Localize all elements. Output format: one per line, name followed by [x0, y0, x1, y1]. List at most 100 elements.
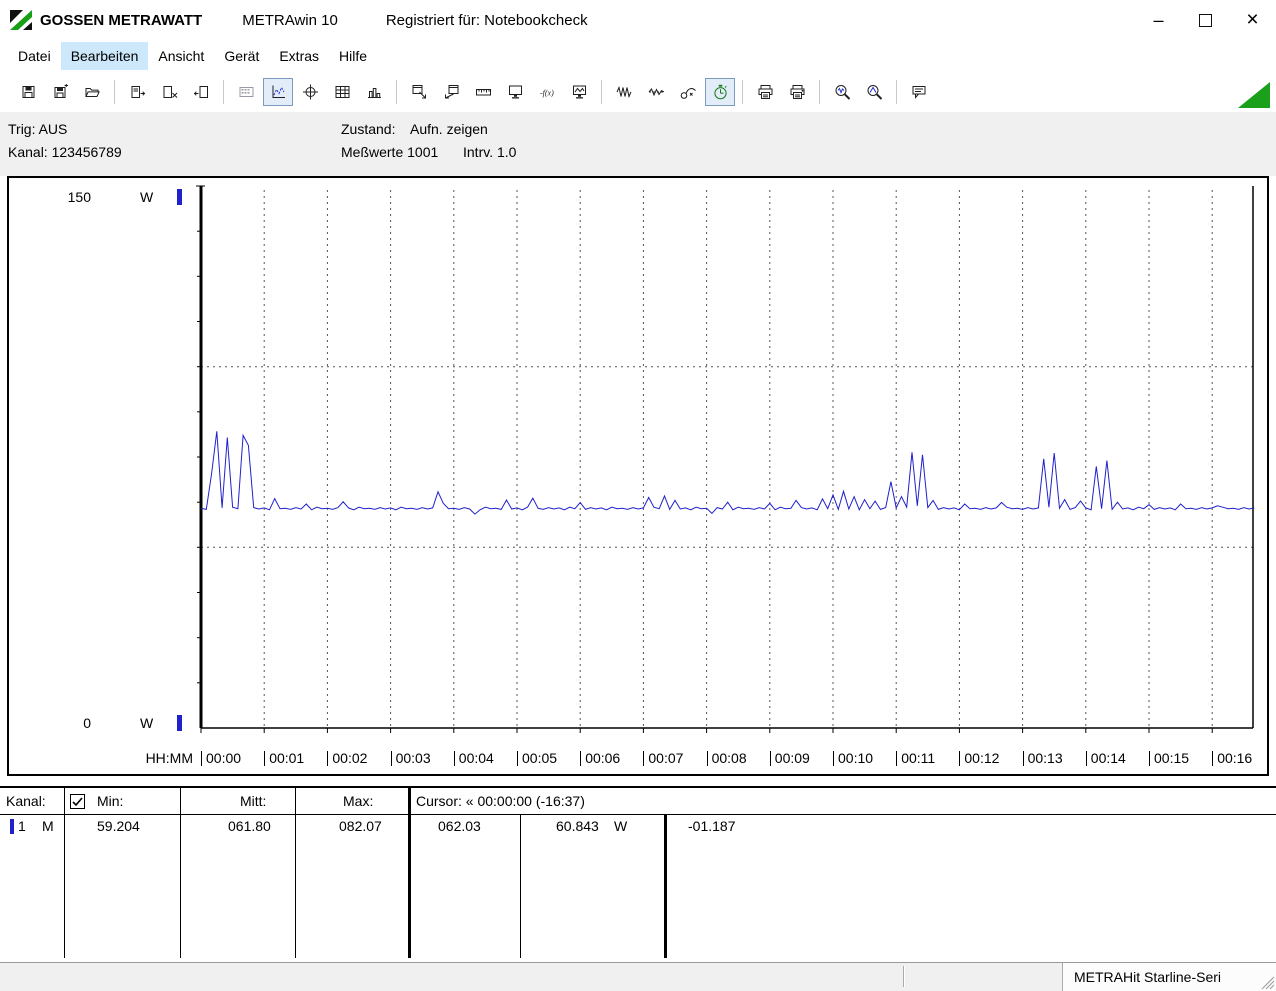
x-tick-label: 00:13: [1023, 750, 1063, 766]
x-tick-label: 00:10: [833, 750, 873, 766]
minimize-button[interactable]: –: [1135, 0, 1182, 40]
channel-marker-top: [177, 189, 182, 205]
y-axis-unit-bottom: W: [140, 715, 153, 731]
resize-grip[interactable]: [1260, 975, 1275, 990]
state-value: Aufn. zeigen: [410, 121, 488, 137]
y-axis-unit-top: W: [140, 189, 153, 205]
x-tick-label: 00:14: [1086, 750, 1126, 766]
menu-extras[interactable]: Extras: [269, 42, 329, 70]
state-label: Zustand:: [341, 121, 395, 137]
histogram-view-icon[interactable]: [359, 78, 389, 106]
app-title: METRAwin 10: [242, 12, 338, 29]
cell-delta: -01.187: [688, 818, 735, 834]
table-header-divider: [0, 814, 1276, 815]
monitor-view-icon[interactable]: [500, 78, 530, 106]
table-divider: [520, 815, 521, 958]
app-logo-icon: [10, 10, 32, 30]
cell-unit: W: [614, 818, 627, 834]
menu-bearbeiten[interactable]: Bearbeiten: [61, 42, 149, 70]
title-bar: GOSSEN METRAWATT METRAwin 10 Registriert…: [0, 0, 1276, 40]
device-read-icon[interactable]: [122, 78, 152, 106]
toolbar-separator: [819, 80, 820, 104]
status-info-panel: Trig: AUS Kanal: 123456789 Zustand: Aufn…: [0, 112, 1276, 176]
registration-text: Registriert für: Notebookcheck: [386, 12, 588, 29]
chart-panel: 150 W 0 W HH:MM 00:0000:0100:0200:0300:0…: [7, 176, 1269, 776]
save-icon[interactable]: [13, 78, 43, 106]
maximize-icon: [1199, 14, 1212, 27]
toolbar-separator: [896, 80, 897, 104]
status-bar: METRAHit Starline-Seri: [0, 962, 1276, 991]
cell-cursor1: 062.03: [438, 818, 481, 834]
cell-channel: 1: [18, 818, 26, 834]
table-view-icon[interactable]: [327, 78, 357, 106]
svg-text:-f(x): -f(x): [540, 88, 554, 97]
print-icon[interactable]: [750, 78, 780, 106]
toolbar-separator: [223, 80, 224, 104]
x-tick-label: 00:11: [896, 750, 935, 766]
sample-count: Meßwerte 1001: [341, 144, 438, 160]
window-controls: – ×: [1135, 0, 1276, 40]
x-tick-label: 00:01: [264, 750, 304, 766]
formula-fx-icon[interactable]: -f(x): [532, 78, 562, 106]
keypad-icon[interactable]: [231, 78, 261, 106]
menu-ansicht[interactable]: Ansicht: [148, 42, 214, 70]
device-write-icon[interactable]: [186, 78, 216, 106]
monitor-values-icon[interactable]: [564, 78, 594, 106]
check-icon: [72, 796, 83, 807]
zoom-peak-icon[interactable]: [859, 78, 889, 106]
x-tick-label: 00:04: [454, 750, 494, 766]
zoom-wave-icon[interactable]: [827, 78, 857, 106]
close-button[interactable]: ×: [1229, 0, 1276, 40]
x-tick-label: 00:02: [327, 750, 367, 766]
menu-hilfe[interactable]: Hilfe: [329, 42, 377, 70]
device-clear-icon[interactable]: [154, 78, 184, 106]
print-report-icon[interactable]: [782, 78, 812, 106]
interval-timer-icon[interactable]: [705, 78, 735, 106]
maximize-button[interactable]: [1182, 0, 1229, 40]
save-as-icon[interactable]: [45, 78, 75, 106]
x-tick-label: 00:09: [770, 750, 810, 766]
chart-plot-area[interactable]: [195, 184, 1261, 740]
col-header-min: Min:: [97, 793, 123, 809]
menu-geraet[interactable]: Gerät: [214, 42, 269, 70]
x-tick-label: 00:06: [580, 750, 620, 766]
channel-visible-checkbox[interactable]: [70, 794, 85, 809]
open-file-icon[interactable]: [77, 78, 107, 106]
menu-bar: DateiBearbeitenAnsichtGerätExtrasHilfe: [0, 40, 1276, 71]
x-tick-label: 00:16: [1212, 750, 1252, 766]
measurement-table: Kanal: Min: Mitt: Max: Cursor: « 00:00:0…: [0, 786, 1276, 958]
wave-filter-icon[interactable]: [641, 78, 671, 106]
cell-min: 59.204: [97, 818, 140, 834]
cell-cursor2: 60.843: [556, 818, 599, 834]
trigger-status: Trig: AUS: [8, 121, 67, 137]
interval-value: Intrv. 1.0: [463, 144, 516, 160]
annotation-icon[interactable]: [904, 78, 934, 106]
window-import-icon[interactable]: [436, 78, 466, 106]
line-chart-view-icon[interactable]: [263, 78, 293, 106]
x-axis-labels: 00:0000:0100:0200:0300:0400:0500:0600:07…: [9, 748, 1263, 772]
toolbar: -f(x): [0, 71, 1276, 112]
scale-settings-icon[interactable]: [468, 78, 498, 106]
xy-view-icon[interactable]: [295, 78, 325, 106]
col-header-kanal: Kanal:: [6, 793, 46, 809]
x-tick-label: 00:05: [517, 750, 557, 766]
col-header-max: Max:: [343, 793, 373, 809]
menu-datei[interactable]: Datei: [8, 42, 61, 70]
toolbar-separator: [601, 80, 602, 104]
probe-wave-icon[interactable]: [673, 78, 703, 106]
cell-mode: M: [42, 818, 54, 834]
y-axis-min-label: 0: [57, 715, 91, 731]
cell-max: 082.07: [339, 818, 382, 834]
channel-color-bar: [10, 819, 14, 834]
channel-list: Kanal: 123456789: [8, 144, 122, 160]
wave-view-icon[interactable]: [609, 78, 639, 106]
brand-name: GOSSEN METRAWATT: [40, 12, 202, 29]
statusbar-divider: [903, 966, 905, 987]
x-tick-label: 00:07: [643, 750, 683, 766]
x-tick-label: 00:00: [201, 750, 241, 766]
device-status-panel: METRAHit Starline-Seri: [1062, 963, 1276, 991]
table-divider-thick: [664, 815, 667, 958]
window-export-icon[interactable]: [404, 78, 434, 106]
x-tick-label: 00:08: [707, 750, 747, 766]
toolbar-separator: [114, 80, 115, 104]
